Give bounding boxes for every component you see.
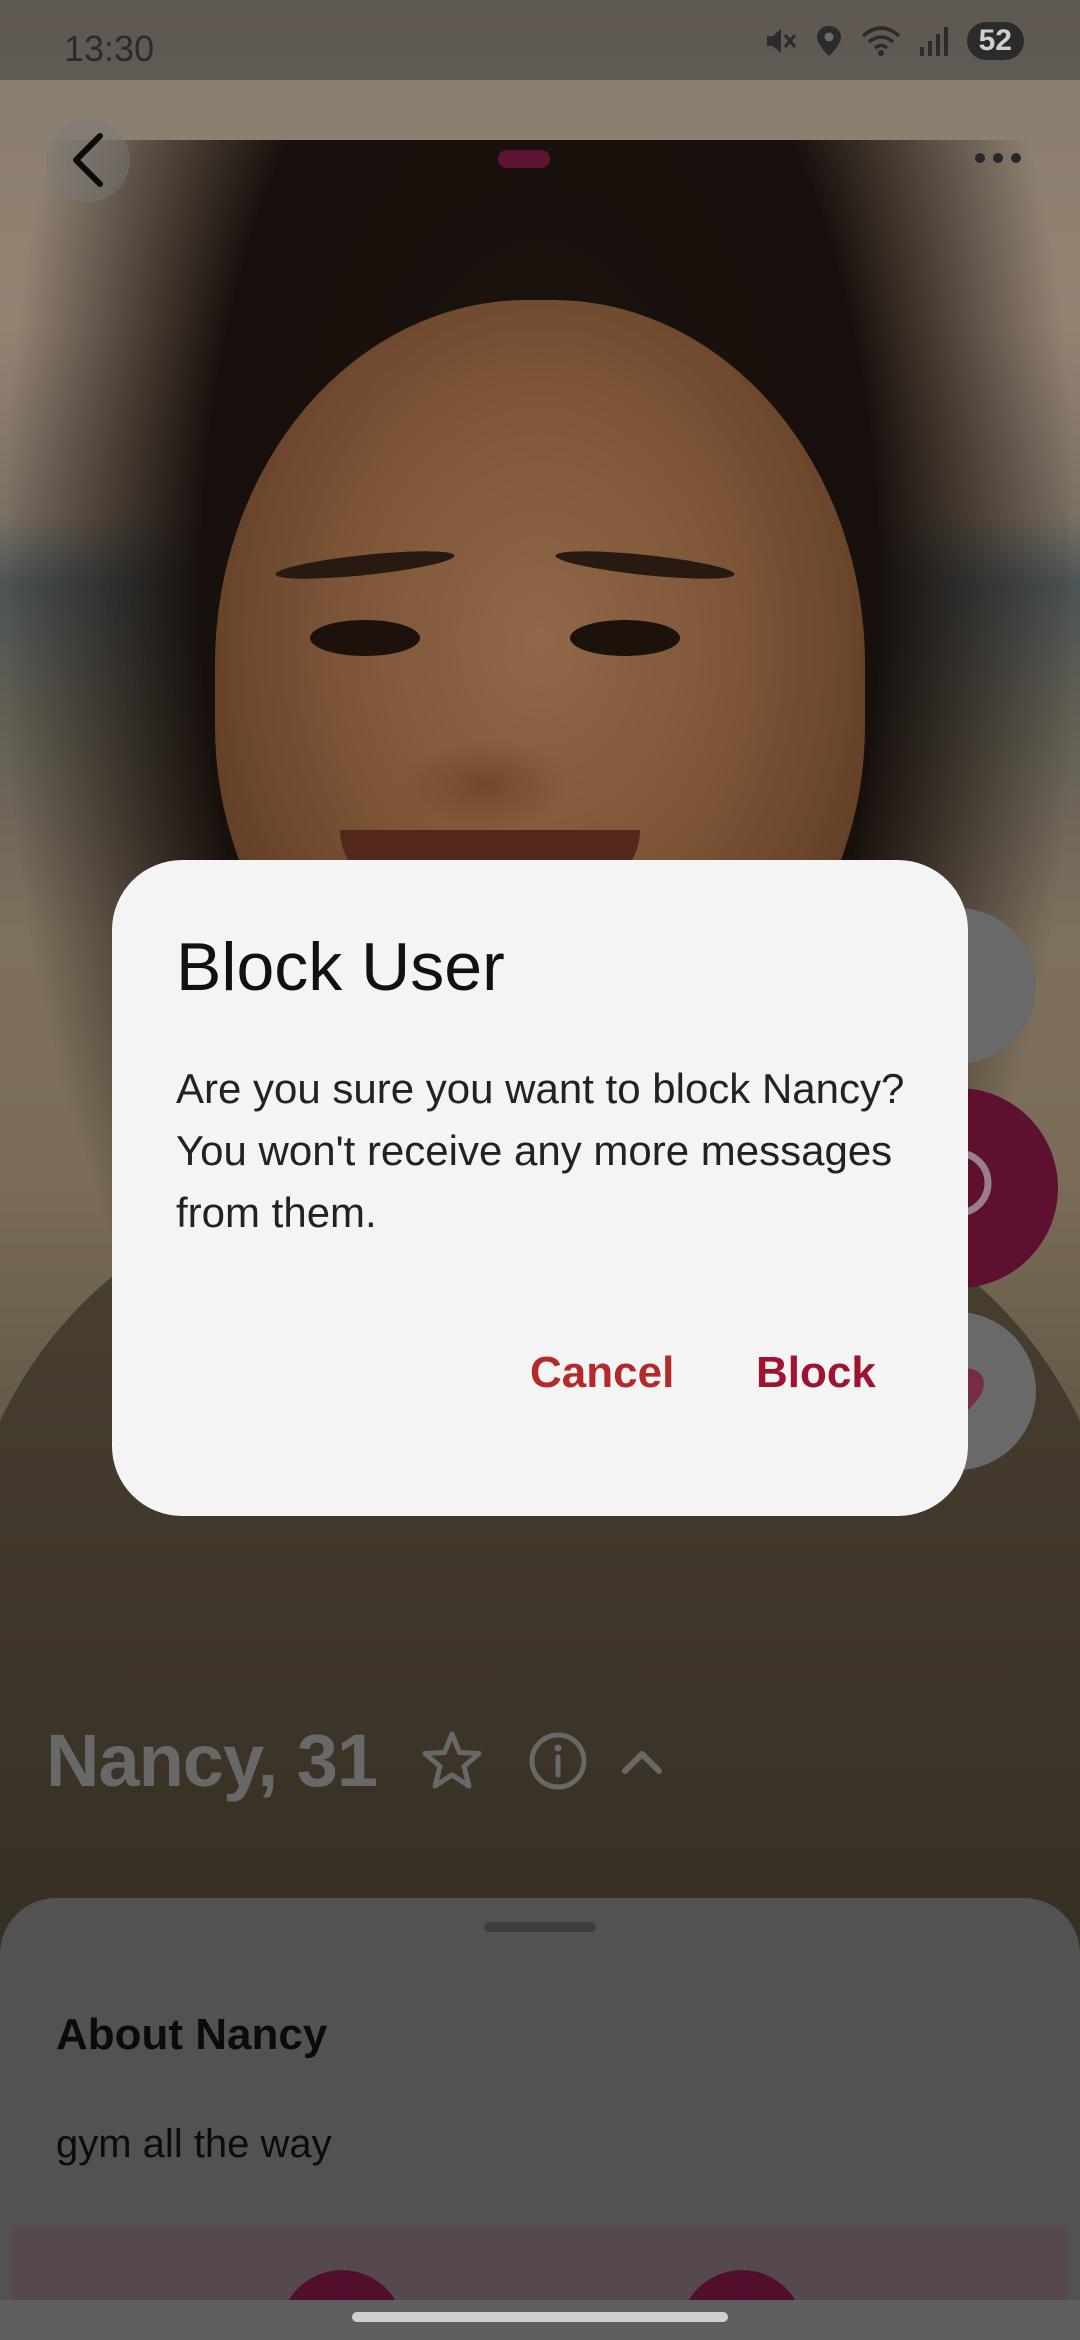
location-icon [816,26,841,56]
status-icons: 52 [763,22,1024,60]
block-user-dialog: Block User Are you sure you want to bloc… [112,860,968,1516]
dialog-message: Are you sure you want to block Nancy? Yo… [176,1065,905,1236]
battery-indicator: 52 [966,22,1024,60]
block-button[interactable]: Block [756,1348,876,1398]
home-gesture-pill[interactable] [352,2312,728,2322]
cancel-button[interactable]: Cancel [530,1348,674,1398]
wifi-icon [861,26,900,56]
dialog-title: Block User [176,929,505,1005]
status-time: 13:30 [64,28,155,69]
signal-icon [919,27,948,56]
status-bar: 13:30 52 [0,0,1080,80]
mute-icon [766,29,796,53]
